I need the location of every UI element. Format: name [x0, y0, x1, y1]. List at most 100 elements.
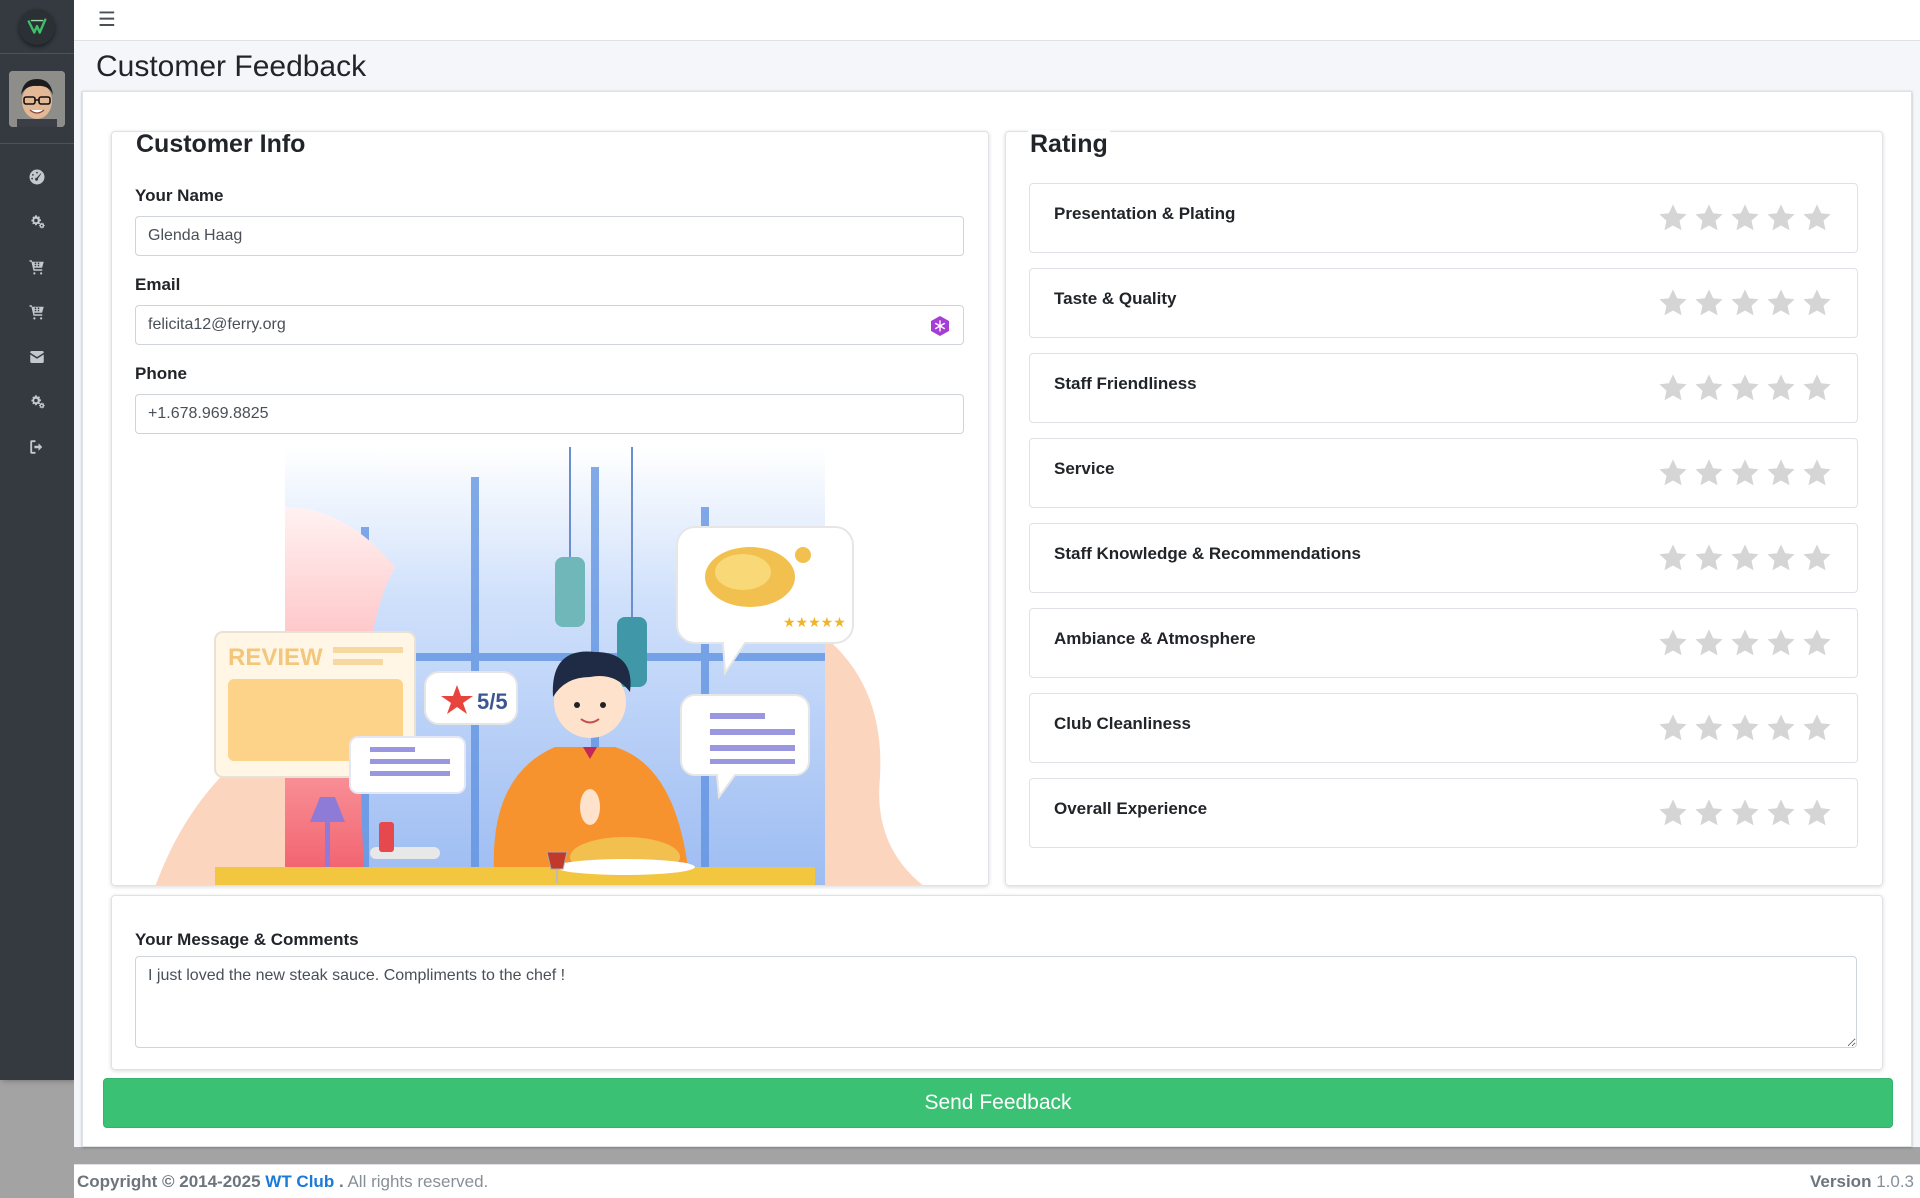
sidebar-item-settings-2[interactable] — [0, 379, 74, 424]
star-icon[interactable] — [1765, 797, 1797, 829]
star-icon[interactable] — [1801, 202, 1833, 234]
sidebar-item-dashboard[interactable] — [0, 154, 74, 199]
star-rating — [1657, 712, 1833, 744]
star-icon[interactable] — [1657, 287, 1689, 319]
star-icon[interactable] — [1729, 287, 1761, 319]
star-icon[interactable] — [1801, 797, 1833, 829]
star-icon[interactable] — [1765, 372, 1797, 404]
phone-input[interactable]: +1.678.969.8825 — [135, 394, 964, 434]
rating-row: Presentation & Plating — [1029, 183, 1858, 253]
star-icon[interactable] — [1693, 287, 1725, 319]
star-icon[interactable] — [1657, 457, 1689, 489]
star-icon[interactable] — [1729, 372, 1761, 404]
star-icon[interactable] — [1765, 712, 1797, 744]
rating-label: Taste & Quality — [1054, 289, 1177, 308]
sidebar-item-cart[interactable] — [0, 244, 74, 289]
rating-row: Overall Experience — [1029, 778, 1858, 848]
star-icon[interactable] — [1657, 372, 1689, 404]
copyright-text: Copyright © 2014-2025 — [77, 1171, 261, 1191]
rating-label: Overall Experience — [1054, 799, 1208, 818]
copyright-dot: . — [338, 1171, 344, 1191]
brand[interactable] — [0, 0, 74, 54]
main-content: ☰ Customer Feedback Customer Info Your N… — [74, 0, 1920, 1147]
brand-link[interactable]: WT Club — [265, 1172, 334, 1191]
message-textarea[interactable]: I just loved the new steak sauce. Compli… — [135, 956, 1857, 1048]
star-icon[interactable] — [1693, 372, 1725, 404]
rating-row: Club Cleanliness — [1029, 693, 1858, 763]
sidebar — [0, 0, 74, 1080]
star-icon[interactable] — [1801, 372, 1833, 404]
star-rating — [1657, 542, 1833, 574]
password-manager-icon[interactable] — [929, 315, 951, 337]
sidebar-item-sign-out[interactable] — [0, 424, 74, 469]
footer-version: Version 1.0.3 — [1810, 1172, 1914, 1192]
rating-label: Staff Friendliness — [1054, 374, 1197, 393]
star-rating — [1657, 287, 1833, 319]
email-label: Email — [135, 275, 181, 294]
star-icon[interactable] — [1693, 457, 1725, 489]
review-word: REVIEW — [228, 644, 323, 671]
star-icon[interactable] — [1693, 797, 1725, 829]
footer: Copyright © 2014-2025 WT Club . All righ… — [74, 1164, 1920, 1198]
star-icon[interactable] — [1801, 712, 1833, 744]
version-value: 1.0.3 — [1876, 1171, 1914, 1191]
rating-row: Staff Friendliness — [1029, 353, 1858, 423]
star-rating — [1657, 797, 1833, 829]
restaurant-review-illustration: REVIEW 5/5 ★★★★★ — [155, 447, 923, 885]
message-section: Your Message & Comments I just loved the… — [111, 895, 1883, 1070]
star-icon[interactable] — [1729, 797, 1761, 829]
star-icon[interactable] — [1729, 457, 1761, 489]
sidebar-item-settings[interactable] — [0, 199, 74, 244]
sidebar-item-cart-2[interactable] — [0, 289, 74, 334]
star-icon[interactable] — [1729, 712, 1761, 744]
star-icon[interactable] — [1657, 797, 1689, 829]
star-icon[interactable] — [1729, 627, 1761, 659]
star-icon[interactable] — [1657, 712, 1689, 744]
star-icon[interactable] — [1693, 202, 1725, 234]
star-icon[interactable] — [1729, 542, 1761, 574]
star-icon[interactable] — [1693, 712, 1725, 744]
feedback-card: Customer Info Your Name Glenda Haag Emai… — [82, 91, 1912, 1147]
star-icon[interactable] — [1657, 542, 1689, 574]
name-value: Glenda Haag — [148, 227, 243, 244]
name-input[interactable]: Glenda Haag — [135, 216, 964, 256]
rating-label: Staff Knowledge & Recommendations — [1054, 544, 1361, 563]
rating-label: Service — [1054, 459, 1115, 478]
star-icon[interactable] — [1693, 542, 1725, 574]
star-icon[interactable] — [1729, 202, 1761, 234]
message-label: Your Message & Comments — [135, 930, 359, 949]
avatar[interactable] — [9, 70, 65, 127]
star-icon[interactable] — [1693, 627, 1725, 659]
phone-value: +1.678.969.8825 — [148, 405, 269, 422]
star-icon[interactable] — [1801, 542, 1833, 574]
user-panel — [0, 54, 74, 144]
star-icon[interactable] — [1801, 627, 1833, 659]
star-icon[interactable] — [1801, 457, 1833, 489]
star-icon[interactable] — [1657, 627, 1689, 659]
email-input[interactable]: felicita12@ferry.org — [135, 305, 964, 345]
rating-row: Service — [1029, 438, 1858, 508]
star-rating — [1657, 372, 1833, 404]
top-navbar: ☰ — [74, 0, 1920, 41]
settings-icon — [31, 214, 45, 228]
phone-label: Phone — [135, 364, 187, 383]
star-rating — [1657, 457, 1833, 489]
brand-logo-icon[interactable] — [19, 8, 55, 45]
settings-icon — [31, 394, 45, 408]
menu-toggle-icon[interactable]: ☰ — [98, 10, 116, 30]
sign-out-icon — [30, 439, 43, 454]
name-label: Your Name — [135, 186, 224, 205]
rating-legend: Rating — [1028, 130, 1110, 159]
star-icon[interactable] — [1765, 202, 1797, 234]
star-icon[interactable] — [1765, 627, 1797, 659]
sidebar-item-mail[interactable] — [0, 334, 74, 379]
star-icon[interactable] — [1657, 202, 1689, 234]
rating-label: Ambiance & Atmosphere — [1054, 629, 1256, 648]
send-feedback-button[interactable]: Send Feedback — [103, 1078, 1893, 1128]
star-rating — [1657, 627, 1833, 659]
star-icon[interactable] — [1765, 457, 1797, 489]
rights-text: All rights reserved. — [347, 1171, 489, 1191]
star-icon[interactable] — [1765, 287, 1797, 319]
star-icon[interactable] — [1765, 542, 1797, 574]
star-icon[interactable] — [1801, 287, 1833, 319]
